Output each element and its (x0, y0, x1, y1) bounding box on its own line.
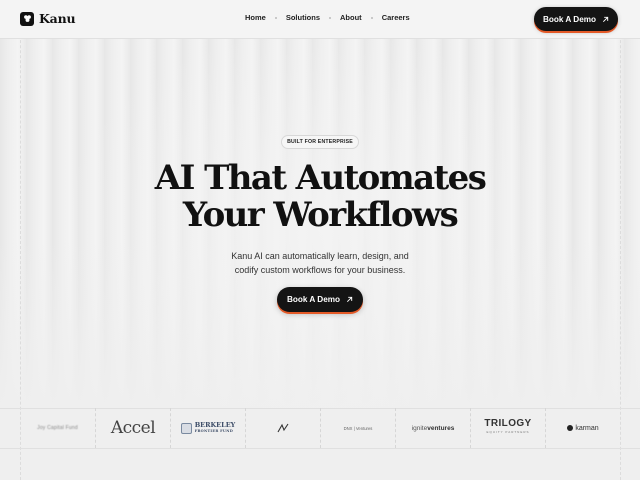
partner-trilogy-text: TRILOGY (484, 418, 532, 429)
karman-mark-icon (567, 425, 574, 431)
main-nav: Home Solutions About Careers (245, 13, 410, 22)
partner-ignite-bold-text: ventures (427, 424, 455, 432)
brand-name: Kanu (39, 11, 76, 26)
kanu-logo-icon (20, 11, 34, 26)
partner-venture-pair-text: DNX | Ventures (343, 425, 373, 431)
hero-title-line-2: Your Workflows (182, 195, 459, 235)
partner-logo-venture-pair: DNX | Ventures (320, 408, 395, 448)
partner-logo-accel: Accel (95, 408, 170, 448)
nav-item-about[interactable]: About (340, 13, 362, 22)
nav-separator (274, 16, 277, 19)
brand-logo[interactable]: Kanu (20, 11, 76, 26)
hero-title-line-1: AI That Automates (154, 158, 487, 198)
partner-logo-ignite: igniteventures (395, 408, 470, 448)
partner-karman-text: karman (575, 424, 599, 432)
hero-subtitle-line-1: Kanu AI can automatically learn, design,… (231, 251, 409, 261)
nav-separator (329, 16, 332, 19)
partner-berkeley-subtext: FRONTIER FUND (194, 429, 234, 433)
header-divider (0, 38, 640, 39)
partner-logo-trilogy: TRILOGY EQUITY PARTNERS (470, 408, 545, 448)
hero-subtitle-line-2: codify custom workflows for your busines… (234, 264, 406, 275)
partner-logo-berkeley: BERKELEY FRONTIER FUND (170, 408, 245, 448)
nav-item-careers[interactable]: Careers (382, 13, 410, 22)
partner-mark-icon (277, 423, 289, 433)
nav-item-home[interactable]: Home (245, 13, 266, 22)
header-book-demo-button[interactable]: Book A Demo (534, 7, 618, 31)
hero-book-demo-label: Book A Demo (286, 295, 341, 304)
partner-logo-strip: Joy Capital Fund Accel BERKELEY FRONTIER… (20, 408, 620, 448)
partner-trilogy-subtext: EQUITY PARTNERS (486, 430, 530, 434)
partner-logo-blurred: Joy Capital Fund (20, 408, 95, 448)
partner-ignite-logo: igniteventures (412, 425, 455, 432)
arrow-up-right-icon (603, 16, 609, 22)
enterprise-badge: BUILT FOR ENTERPRISE (281, 135, 359, 149)
partner-accel-text: Accel (110, 418, 156, 438)
nav-item-solutions[interactable]: Solutions (286, 13, 320, 22)
partner-ignite-text: ignite (411, 424, 428, 432)
partner-logo-small (245, 408, 320, 448)
arrow-up-right-icon (347, 296, 353, 303)
hero-book-demo-button[interactable]: Book A Demo (277, 287, 363, 312)
strip-bottom-divider (0, 448, 640, 449)
hero-subtitle: Kanu AI can automatically learn, design,… (200, 250, 440, 277)
partner-blurred-text: Joy Capital Fund (37, 425, 78, 431)
hero-title: AI That Automates Your Workflows (120, 160, 520, 234)
nav-separator (370, 16, 373, 19)
berkeley-seal-icon (180, 422, 192, 434)
header-book-demo-label: Book A Demo (542, 14, 597, 24)
site-header: Kanu Home Solutions About Careers Book A… (0, 0, 640, 38)
partner-logo-karman: karman (545, 408, 620, 448)
